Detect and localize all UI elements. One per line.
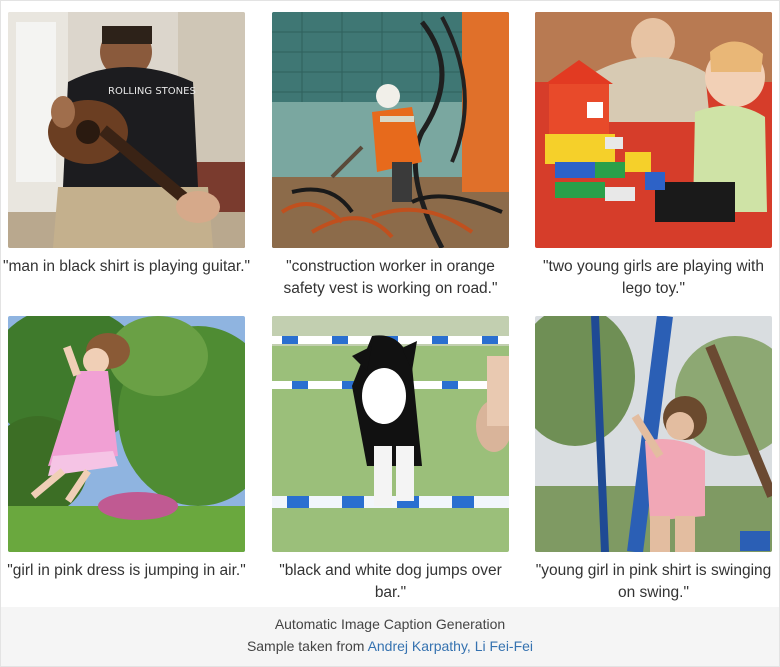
construction-image <box>272 12 509 248</box>
lego-image <box>535 12 772 248</box>
caption-lego: "two young girls are playing with lego t… <box>543 258 764 297</box>
caption-dog: "black and white dog jumps over bar." <box>279 562 502 601</box>
figure-footer: Automatic Image Caption Generation Sampl… <box>1 607 779 666</box>
guitar-image: ROLLING STONES <box>8 12 245 248</box>
caption-jumping: "girl in pink dress is jumping in air." <box>7 562 246 579</box>
figure-source: Sample taken from Andrej Karpathy, Li Fe… <box>1 635 779 657</box>
source-prefix: Sample taken from <box>246 638 368 654</box>
caption-figure: ROLLING STONES "man in black shirt is pl… <box>0 0 780 667</box>
image-grid: ROLLING STONES "man in black shirt is pl… <box>1 1 780 605</box>
photo-lego <box>535 12 772 248</box>
sample-card-jumping: "girl in pink dress is jumping in air." <box>7 316 246 579</box>
jumping-image <box>8 316 245 552</box>
photo-guitar: ROLLING STONES <box>8 12 245 248</box>
sample-card-guitar: ROLLING STONES "man in black shirt is pl… <box>3 12 250 275</box>
swing-image <box>535 316 772 552</box>
figure-title: Automatic Image Caption Generation <box>274 616 506 632</box>
sample-card-swing: "young girl in pink shirt is swinging on… <box>535 316 772 601</box>
caption-swing: "young girl in pink shirt is swinging on… <box>535 562 772 601</box>
caption-construction: "construction worker in orange safety ve… <box>283 258 498 297</box>
sample-card-lego: "two young girls are playing with lego t… <box>535 12 772 297</box>
sample-card-construction: "construction worker in orange safety ve… <box>272 12 509 297</box>
dog-image <box>272 316 509 552</box>
svg-text:ROLLING STONES: ROLLING STONES <box>108 86 196 97</box>
caption-guitar: "man in black shirt is playing guitar." <box>2 258 251 275</box>
photo-jumping <box>8 316 245 552</box>
photo-swing <box>535 316 772 552</box>
photo-dog <box>272 316 509 552</box>
author-link[interactable]: Andrej Karpathy, Li Fei-Fei <box>368 638 533 654</box>
photo-construction <box>272 12 509 248</box>
sample-card-dog: "black and white dog jumps over bar." <box>272 316 509 601</box>
